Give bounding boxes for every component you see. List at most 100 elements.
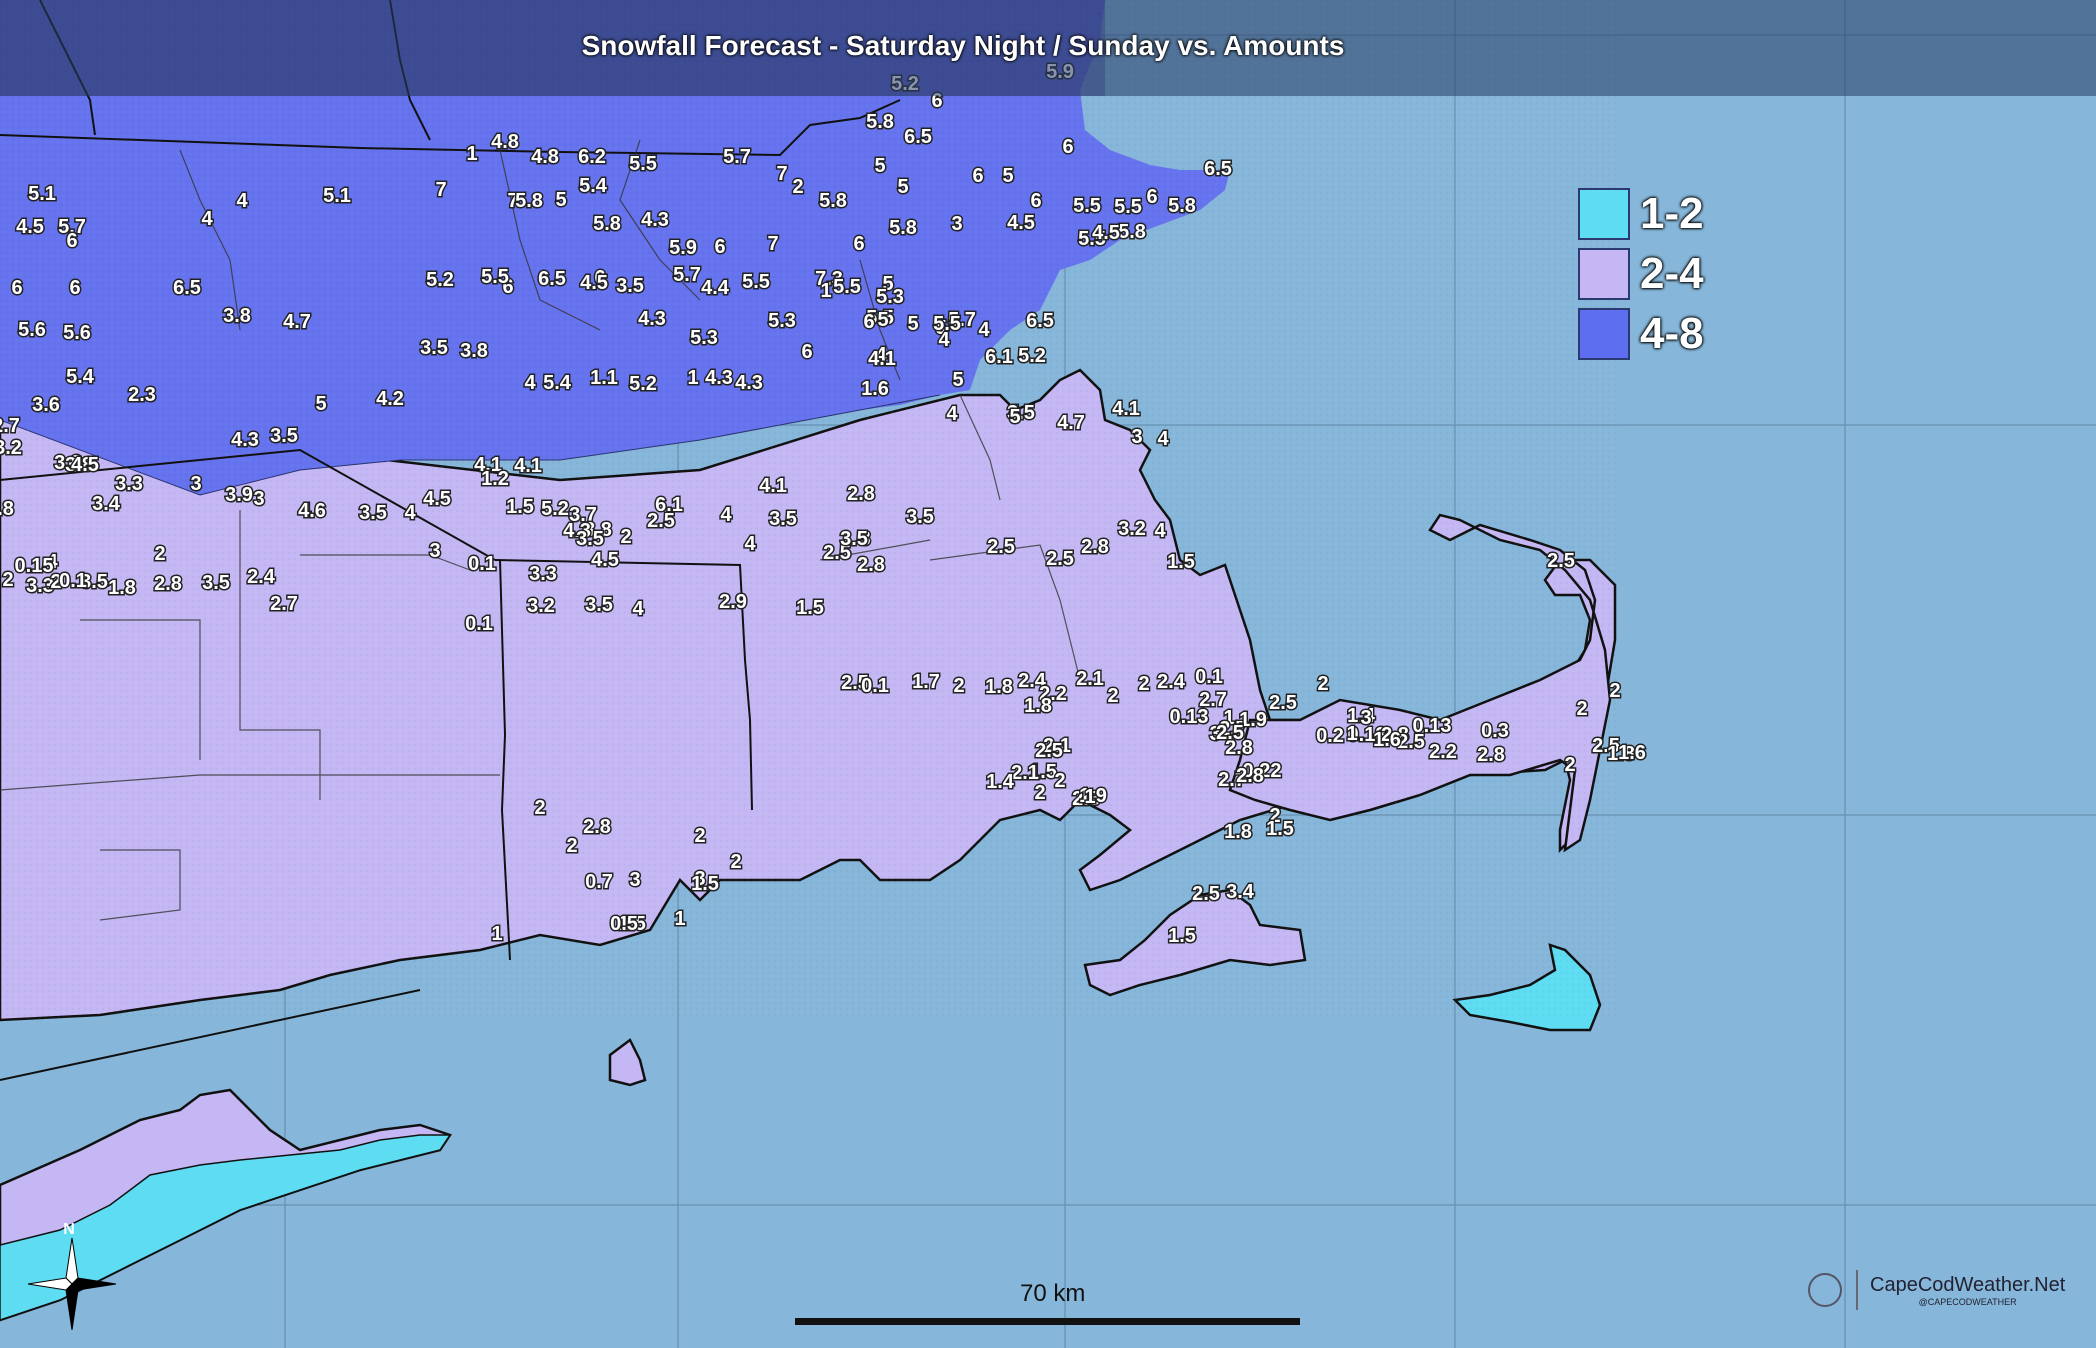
observation-label: 4 [978, 319, 990, 341]
observation-label: 5 [952, 369, 963, 391]
observation-label: 6.2 [578, 146, 606, 168]
observation-label: 5.8 [593, 213, 621, 235]
observation-label: 1.6 [861, 378, 889, 400]
observation-label: 6.5 [173, 277, 201, 299]
observation-label: 5.5 [1073, 195, 1101, 217]
observation-label: 4.5 [1092, 222, 1120, 244]
observation-label: 1.5 [691, 873, 719, 895]
observation-label: 2.5 [1035, 740, 1063, 762]
observation-label: 0.2 [1316, 725, 1344, 747]
observation-label: 1.5 [796, 597, 824, 619]
observation-label: 4 [524, 372, 536, 394]
observation-label: 3.3 [115, 473, 143, 495]
observation-label: 3.5 [576, 528, 604, 550]
legend-label-2-4: 2-4 [1640, 249, 1704, 298]
observation-label: 5.8 [819, 190, 847, 212]
observation-label: 6 [11, 277, 22, 299]
legend: 1-2 2-4 4-8 [1578, 184, 1704, 364]
compass-rose-icon: N [27, 1221, 117, 1330]
observation-label: 1.4 [986, 771, 1015, 793]
observation-label: 4.5 [580, 272, 608, 294]
observation-label: 0.1 [861, 675, 889, 697]
observation-label: 5 [315, 393, 326, 415]
observation-label: 2.8 [1236, 765, 1264, 787]
observation-label: 1.6 [1373, 729, 1401, 751]
observation-label: 5 [897, 176, 908, 198]
observation-label: 2.8 [583, 816, 611, 838]
observation-label: 2 [1054, 770, 1065, 792]
observation-label: 4.7 [283, 311, 311, 333]
observation-label: 5.5 [742, 271, 770, 293]
observation-label: 5.3 [690, 327, 718, 349]
observation-label: 5.6 [63, 322, 91, 344]
credit-divider [1856, 1270, 1858, 1310]
legend-row-2-4: 2-4 [1578, 244, 1704, 304]
observation-label: 0.1 [465, 613, 493, 635]
observation-label: 5.7 [673, 264, 701, 286]
observation-label: 4.8 [531, 146, 559, 168]
observation-label: 3.5 [906, 506, 934, 528]
observation-label: 1.8 [985, 676, 1013, 698]
observation-label: 2 [1107, 685, 1118, 707]
observation-label: 0.1 [468, 553, 496, 575]
observation-label: 2 [1034, 782, 1045, 804]
observation-label: 3.8 [460, 340, 488, 362]
observation-label: 2.1 [1011, 762, 1039, 784]
observation-label: 5.2 [541, 498, 569, 520]
observation-label: 3 [429, 540, 440, 562]
observation-label: 3.5 [270, 425, 298, 447]
observation-label: 0.1 [1195, 666, 1223, 688]
observation-label: 0.7 [585, 871, 613, 893]
observation-label: 2 [1138, 673, 1149, 695]
map-title: Snowfall Forecast - Saturday Night / Sun… [581, 30, 1345, 61]
observation-label: 4 [404, 502, 416, 524]
observation-label: 1.5 [1167, 551, 1195, 573]
observation-label: 3.8 [0, 498, 14, 520]
observation-label: 2.8 [1081, 536, 1109, 558]
observation-label: 4.1 [759, 475, 787, 497]
observation-label: 3.4 [1226, 881, 1255, 903]
observation-label: 3 [1131, 426, 1142, 448]
observation-label: 6.5 [538, 268, 566, 290]
observation-label: 2 [566, 835, 577, 857]
observation-label: 4 [720, 504, 732, 526]
observation-label: 2 [620, 526, 631, 548]
observation-label: 2 [534, 797, 545, 819]
observation-label: 2.5 [1192, 883, 1220, 905]
observation-label: 3 [629, 869, 640, 891]
observation-label: 3 [951, 213, 962, 235]
observation-label: 7 [767, 233, 778, 255]
observation-label: 0.3 [1481, 720, 1509, 742]
observation-label: 5.8 [1118, 221, 1146, 243]
observation-label: 6.1 [985, 346, 1013, 368]
observation-label: 5.4 [543, 372, 572, 394]
credit-name: CapeCodWeather.Net [1870, 1273, 2066, 1296]
observation-label: 4.6 [298, 500, 326, 522]
observation-label: 5.3 [768, 310, 796, 332]
observation-label: 3.5 [769, 508, 797, 530]
observation-label: 3.5 [840, 528, 868, 550]
observation-label: 1 [820, 280, 831, 302]
observation-label: 4.5 [16, 216, 44, 238]
observation-label: 0.1 [59, 570, 87, 592]
observation-label: 0.15 [15, 555, 54, 577]
observation-label: 6 [972, 165, 983, 187]
observation-label: 4 [1154, 520, 1166, 542]
observation-label: 1.5 [1266, 818, 1294, 840]
observation-label: 1 [687, 367, 698, 389]
observation-label: 4.7 [1057, 412, 1085, 434]
observation-label: 6 [66, 230, 77, 252]
observation-label: 5.8 [515, 190, 543, 212]
observation-label: 4.5 [423, 488, 451, 510]
observation-label: 4.1 [514, 455, 542, 477]
observation-label: 2 [953, 675, 964, 697]
observation-label: 5.4 [66, 366, 95, 388]
observation-label: 6 [1146, 186, 1157, 208]
observation-label: 2.8 [847, 483, 875, 505]
observation-label: 6.5 [904, 126, 932, 148]
observation-label: 4.3 [705, 367, 733, 389]
observation-label: 4.3 [735, 372, 763, 394]
observation-label: 2 [694, 825, 705, 847]
observation-label: 5 [874, 155, 885, 177]
observation-label: 3.5 [585, 594, 613, 616]
